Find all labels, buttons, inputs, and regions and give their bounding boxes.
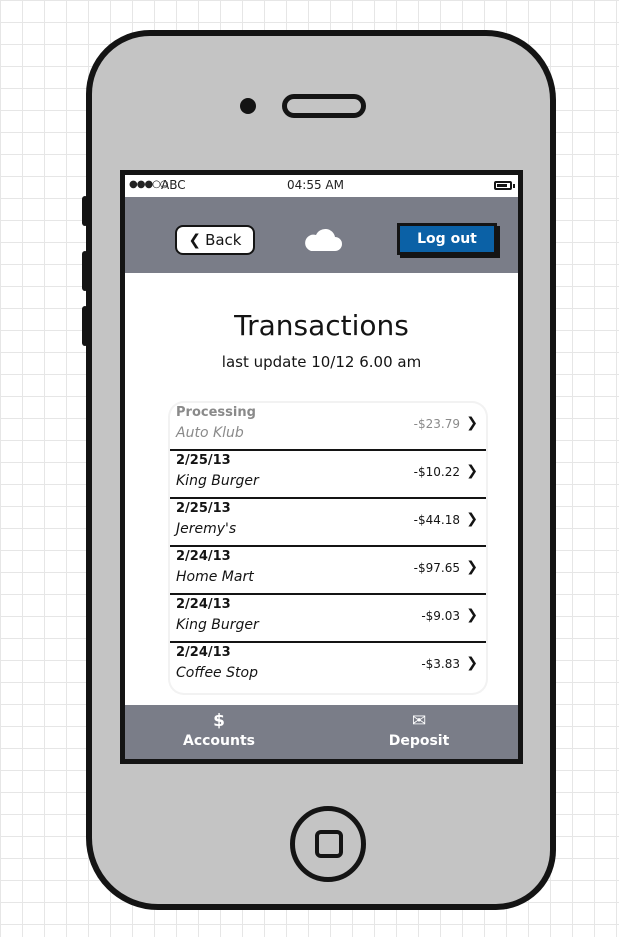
chevron-right-icon: ❯: [466, 463, 478, 479]
transaction-merchant: Home Mart: [176, 569, 254, 585]
transaction-date: 2/25/13: [176, 453, 231, 468]
phone-device: ●●●○○ ABC 04:55 AM ❮ Back Log out Transac…: [82, 30, 556, 910]
carrier-label: ABC: [161, 178, 186, 192]
status-time: 04:55 AM: [287, 178, 344, 192]
tab-deposit-label: Deposit: [388, 733, 450, 749]
dollar-icon: $: [213, 711, 225, 731]
tab-bar: $ Accounts ✉ Deposit: [125, 705, 518, 759]
battery-icon: [494, 181, 515, 190]
nav-bar: ❮ Back Log out: [125, 197, 518, 273]
transaction-merchant: King Burger: [176, 473, 259, 489]
transaction-merchant: Auto Klub: [176, 425, 244, 441]
page-title: Transactions: [234, 309, 409, 342]
logout-button[interactable]: Log out: [397, 223, 497, 255]
back-button-label: Back: [205, 231, 242, 249]
transaction-row[interactable]: 2/25/13 King Burger -$10.22 ❯: [170, 451, 486, 499]
back-button[interactable]: ❮ Back: [175, 225, 255, 255]
last-update-text: last update 10/12 6.00 am: [221, 353, 422, 371]
phone-screen: ●●●○○ ABC 04:55 AM ❮ Back Log out Transac…: [120, 170, 523, 764]
transaction-list: Processing Auto Klub -$23.79 ❯ 2/25/13 K…: [170, 403, 486, 693]
envelope-icon: ✉: [411, 711, 427, 731]
tab-accounts-label: Accounts: [182, 733, 255, 749]
camera-icon: [240, 98, 256, 114]
chevron-right-icon: ❯: [466, 559, 478, 575]
cloud-icon: [305, 228, 342, 251]
status-bar: ●●●○○ ABC 04:55 AM: [125, 175, 518, 197]
transaction-amount: -$97.65: [413, 561, 460, 575]
transaction-row[interactable]: 2/24/13 Home Mart -$97.65 ❯: [170, 547, 486, 595]
home-button[interactable]: [290, 806, 366, 882]
transaction-row[interactable]: 2/24/13 Coffee Stop -$3.83 ❯: [170, 643, 486, 691]
speaker-grille: [282, 94, 366, 118]
transaction-date: Processing: [176, 405, 256, 420]
chevron-right-icon: ❯: [466, 607, 478, 623]
transaction-merchant: Jeremy's: [176, 521, 237, 537]
transaction-row[interactable]: Processing Auto Klub -$23.79 ❯: [170, 403, 486, 451]
silent-switch: [82, 196, 88, 226]
transaction-date: 2/24/13: [176, 549, 231, 564]
chevron-left-icon: ❮: [188, 231, 202, 249]
transaction-row[interactable]: 2/25/13 Jeremy's -$44.18 ❯: [170, 499, 486, 547]
transaction-merchant: Coffee Stop: [176, 665, 258, 681]
transaction-amount: -$44.18: [413, 513, 460, 527]
volume-up-button: [82, 251, 88, 291]
transaction-amount: -$3.83: [421, 657, 460, 671]
transaction-amount: -$9.03: [421, 609, 460, 623]
transaction-date: 2/24/13: [176, 645, 231, 660]
tab-deposit[interactable]: ✉ Deposit: [359, 711, 479, 749]
transaction-amount: -$23.79: [413, 417, 460, 431]
transaction-date: 2/24/13: [176, 597, 231, 612]
tab-accounts[interactable]: $ Accounts: [159, 711, 279, 749]
transaction-amount: -$10.22: [413, 465, 460, 479]
transaction-row[interactable]: 2/24/13 King Burger -$9.03 ❯: [170, 595, 486, 643]
volume-down-button: [82, 306, 88, 346]
chevron-right-icon: ❯: [466, 415, 478, 431]
chevron-right-icon: ❯: [466, 655, 478, 671]
transaction-date: 2/25/13: [176, 501, 231, 516]
transaction-merchant: King Burger: [176, 617, 259, 633]
chevron-right-icon: ❯: [466, 511, 478, 527]
